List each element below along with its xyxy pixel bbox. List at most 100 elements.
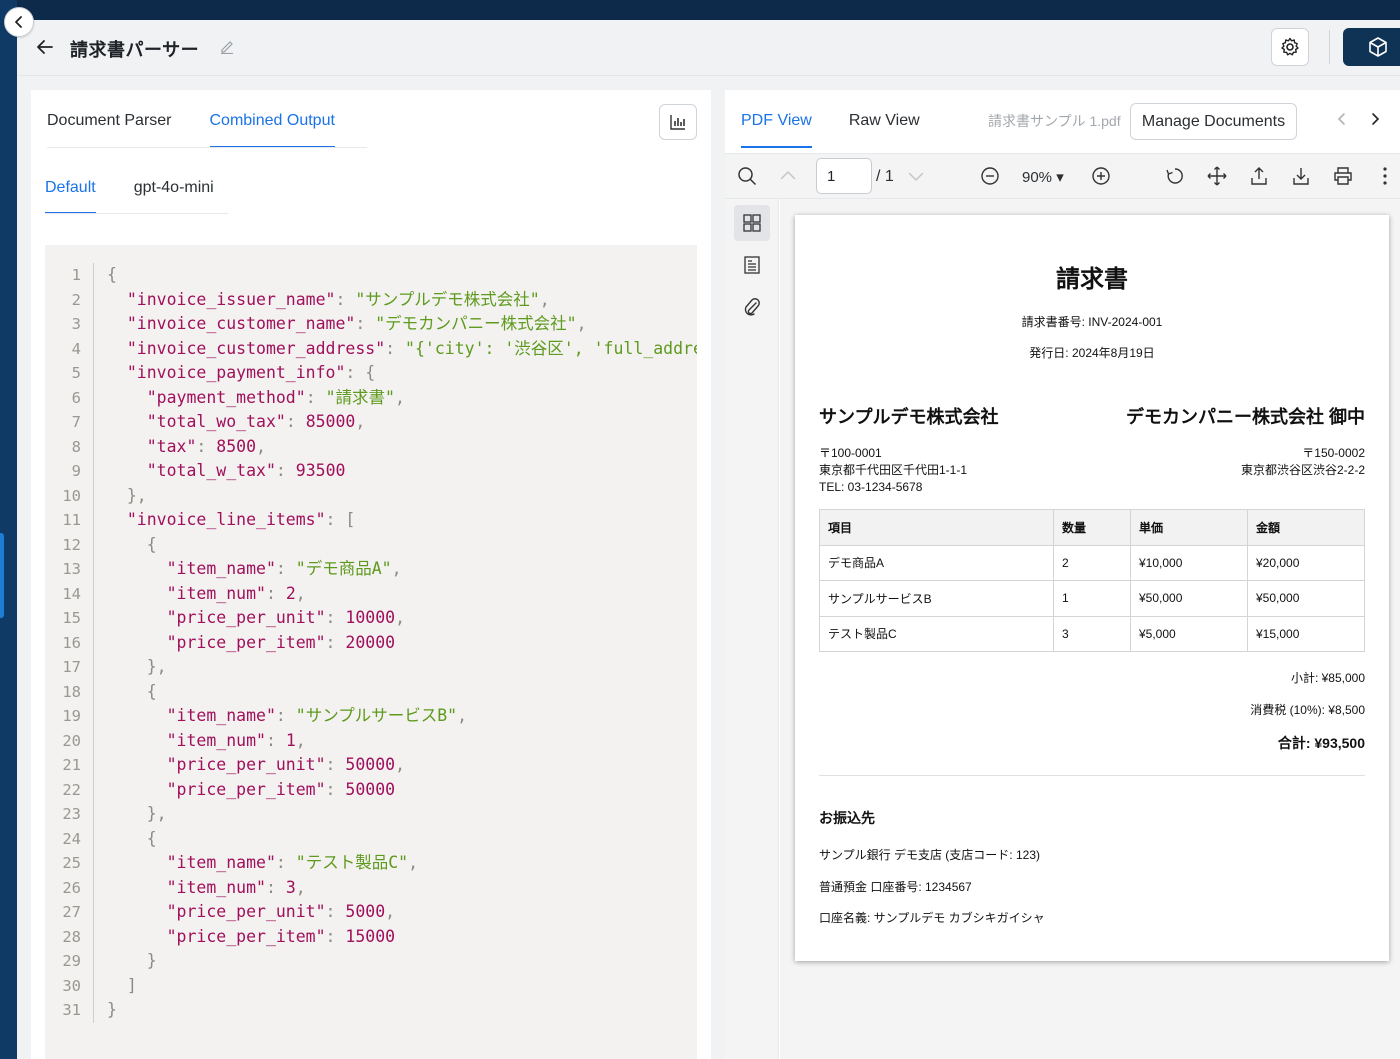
- grand-total: 合計: ¥93,500: [1277, 735, 1365, 751]
- code-token: 3: [285, 877, 296, 897]
- rotate-icon[interactable]: [1165, 166, 1185, 186]
- download-icon[interactable]: [1291, 166, 1311, 186]
- tab-pdf-view[interactable]: PDF View: [741, 90, 812, 148]
- line-content: "item_num": 1,: [107, 729, 306, 754]
- header-item: 項目: [819, 509, 1054, 546]
- chevron-down-icon[interactable]: [906, 166, 926, 186]
- code-token: :: [325, 755, 346, 774]
- attachments-button[interactable]: [734, 289, 770, 325]
- line-number: 27: [62, 903, 81, 921]
- line-number: 12: [62, 535, 81, 554]
- section-divider: [819, 775, 1365, 776]
- line-number: 16: [62, 633, 81, 652]
- tab-default[interactable]: Default: [45, 166, 96, 214]
- document-viewer-panel: PDF View Raw View 請求書サンプル 1.pdf Manage D…: [725, 90, 1400, 1059]
- code-token: :: [265, 730, 286, 750]
- code-token: ,: [539, 289, 550, 309]
- invoice-date: 発行日: 2024年8月19日: [1029, 346, 1155, 360]
- line-content: "invoice_payment_info": {: [107, 361, 375, 386]
- thumbnails-button[interactable]: [734, 205, 770, 241]
- zoom-out-icon[interactable]: [980, 166, 1000, 186]
- code-token: ,: [395, 755, 406, 774]
- line-number: 18: [62, 682, 81, 701]
- line-number: 23: [62, 805, 81, 823]
- code-token: :: [285, 412, 306, 431]
- outline-button[interactable]: [734, 247, 770, 283]
- code-token: "請求書": [325, 387, 395, 407]
- code-token: ,: [394, 387, 405, 407]
- line-content: "item_num": 3,: [107, 876, 306, 901]
- code-token: },: [107, 657, 167, 676]
- code-token: "price_per_unit": [107, 755, 326, 774]
- code-token: 85000: [305, 412, 356, 431]
- json-output-editor[interactable]: 1 {2 "invoice_issuer_name": "サンプルデモ株式会社",…: [45, 245, 697, 1059]
- tab-combined-output[interactable]: Combined Output: [209, 90, 336, 148]
- line-content: "price_per_unit": 10000,: [107, 606, 405, 631]
- line-number: 7: [71, 413, 81, 431]
- line-content: "invoice_customer_address": "{'city': '渋…: [107, 337, 697, 362]
- code-token: :: [335, 289, 356, 309]
- code-token: {: [107, 828, 157, 848]
- tab-gpt-4o-mini[interactable]: gpt-4o-mini: [134, 166, 214, 214]
- chevron-left-icon[interactable]: [1335, 112, 1349, 126]
- pan-icon[interactable]: [1207, 166, 1227, 186]
- deploy-button[interactable]: [1343, 28, 1400, 66]
- back-arrow-icon[interactable]: [35, 37, 55, 57]
- code-token: ,: [295, 877, 306, 897]
- print-icon[interactable]: [1333, 166, 1353, 186]
- pdf-canvas[interactable]: 請求書 請求書番号: INV-2024-001 発行日: 2024年8月19日 …: [780, 199, 1400, 1059]
- line-content: {: [107, 263, 117, 288]
- header-divider: [1329, 30, 1330, 64]
- chevron-right-icon[interactable]: [1368, 112, 1382, 126]
- chart-button[interactable]: [659, 104, 697, 140]
- cell-amount: ¥50,000: [1247, 580, 1365, 617]
- code-token: "デモ商品A": [295, 559, 392, 578]
- manage-documents-button[interactable]: Manage Documents: [1130, 103, 1297, 140]
- line-content: "tax": 8500,: [107, 435, 266, 460]
- settings-button[interactable]: [1271, 28, 1309, 66]
- line-content: "price_per_item": 15000: [107, 925, 396, 950]
- page-number-input[interactable]: 1: [816, 158, 872, 194]
- code-token: "サンプルサービスB": [295, 706, 458, 725]
- issuer-name: サンプルデモ株式会社: [819, 407, 999, 427]
- issuer-tel: TEL: 03-1234-5678: [819, 480, 923, 494]
- customer-street: 東京都渋谷区渋谷2-2-2: [1240, 463, 1365, 477]
- cell-qty: 2: [1053, 544, 1131, 581]
- cell-item: サンプルサービスB: [819, 580, 1054, 617]
- line-content: "total_wo_tax": 85000,: [107, 410, 366, 435]
- code-token: :: [325, 926, 346, 946]
- line-number: 14: [62, 584, 81, 603]
- more-vertical-icon[interactable]: [1375, 166, 1395, 186]
- line-content: {: [107, 827, 157, 852]
- edit-pencil-icon[interactable]: [219, 38, 235, 54]
- cell-qty: 1: [1053, 580, 1131, 617]
- chevron-up-icon[interactable]: [778, 166, 798, 186]
- tab-document-parser[interactable]: Document Parser: [47, 90, 172, 148]
- table-header-row: 項目 数量 単価 金額: [819, 509, 1365, 546]
- cell-unit-price: ¥10,000: [1130, 544, 1248, 581]
- sidebar-collapse-button[interactable]: [4, 7, 34, 37]
- code-token: ,: [576, 314, 587, 333]
- code-token: "invoice_customer_name": [107, 314, 356, 333]
- code-token: ,: [385, 902, 396, 921]
- line-number: 6: [71, 388, 81, 407]
- upload-icon[interactable]: [1249, 166, 1269, 186]
- zoom-select[interactable]: 90% ▾: [1022, 168, 1064, 186]
- zoom-in-icon[interactable]: [1091, 166, 1111, 186]
- line-content: },: [107, 802, 167, 827]
- header-unit-price: 単価: [1130, 509, 1248, 546]
- code-token: }: [107, 1000, 117, 1019]
- chevron-left-icon: [15, 16, 22, 28]
- tab-raw-view[interactable]: Raw View: [849, 90, 920, 148]
- page-title: 請求書パーサー: [70, 40, 200, 60]
- issuer-street: 東京都千代田区千代田1-1-1: [819, 463, 968, 477]
- code-token: :: [275, 853, 296, 872]
- search-icon[interactable]: [737, 166, 757, 186]
- code-token: "item_num": [107, 877, 266, 897]
- code-token: :: [196, 436, 217, 456]
- parser-tabs: Document Parser Combined Output: [47, 90, 336, 148]
- issuer-address: 〒100-0001 東京都千代田区千代田1-1-1 TEL: 03-1234-5…: [819, 445, 967, 496]
- code-token: }: [107, 951, 157, 970]
- code-token: "invoice_issuer_name": [107, 289, 336, 309]
- line-number: 28: [62, 927, 81, 946]
